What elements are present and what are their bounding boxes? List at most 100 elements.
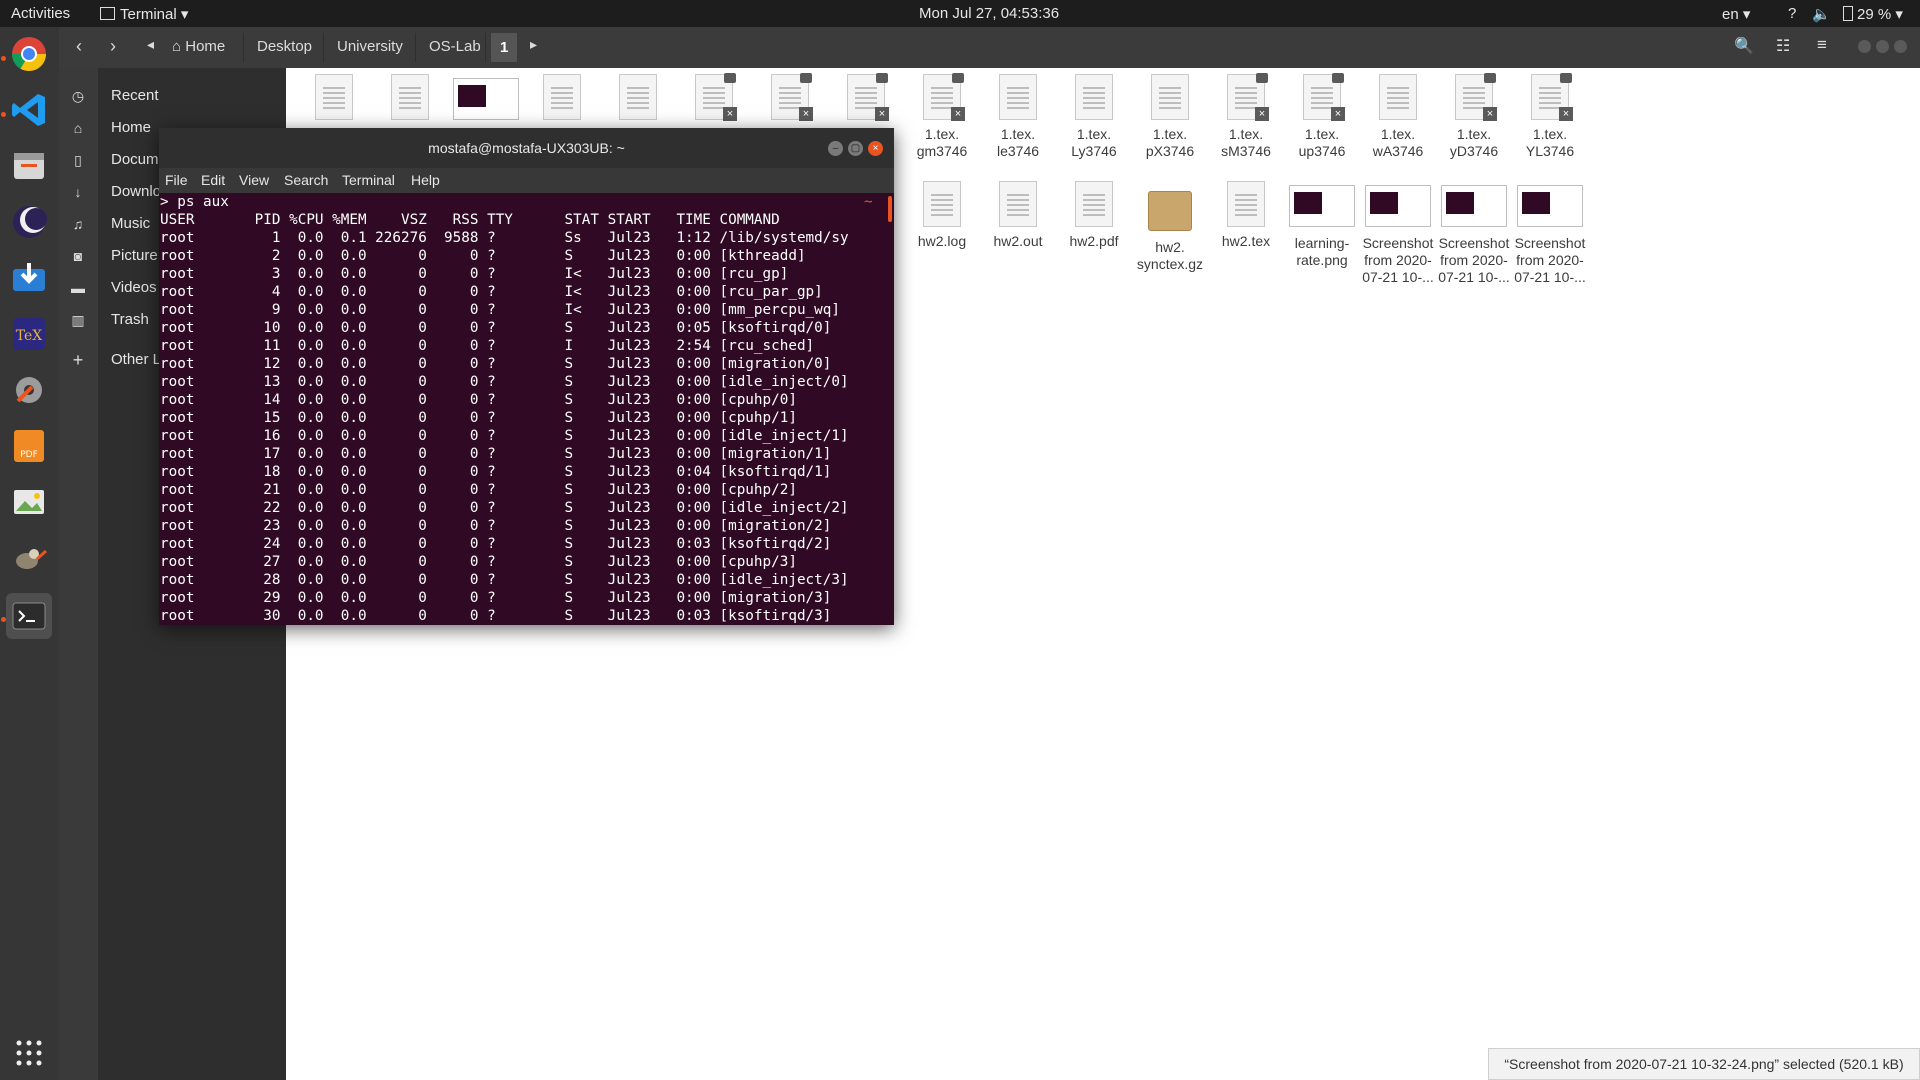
document-icon bbox=[1227, 181, 1265, 227]
maximize-icon[interactable]: ▢ bbox=[848, 141, 863, 156]
document-icon bbox=[1075, 74, 1113, 120]
menu-view[interactable]: View bbox=[239, 172, 269, 188]
lock-icon bbox=[1332, 73, 1344, 83]
sidebar-item-trash[interactable]: Trash bbox=[111, 311, 149, 328]
sidebar-item-downloads[interactable]: Downlo bbox=[111, 183, 161, 200]
svg-text:TeX: TeX bbox=[16, 328, 43, 344]
unreadable-icon: × bbox=[1483, 107, 1497, 121]
menu-terminal[interactable]: Terminal bbox=[342, 172, 395, 188]
locked-document-icon: × bbox=[771, 73, 813, 121]
activities-button[interactable]: Activities bbox=[11, 5, 70, 22]
files-icon[interactable] bbox=[6, 143, 52, 189]
file-name: Screenshot from 2020- 07-21 10-... bbox=[1514, 235, 1586, 285]
menu-search[interactable]: Search bbox=[284, 172, 328, 188]
music-icon: ♫ bbox=[72, 216, 84, 232]
battery-indicator[interactable]: 29 % ▾ bbox=[1843, 5, 1903, 23]
process-row: root 11 0.0 0.0 0 0 ? I Jul23 2:54 [rcu_… bbox=[160, 338, 815, 354]
process-row: root 30 0.0 0.0 0 0 ? S Jul23 0:03 [ksof… bbox=[160, 608, 832, 624]
process-row: root 22 0.0 0.0 0 0 ? S Jul23 0:00 [idle… bbox=[160, 500, 849, 516]
menu-file[interactable]: File bbox=[165, 172, 188, 188]
vscode-icon[interactable] bbox=[6, 87, 52, 133]
process-row: root 2 0.0 0.0 0 0 ? S Jul23 0:00 [kthre… bbox=[160, 248, 806, 264]
view-toggle-icon[interactable]: ☷ bbox=[1776, 36, 1790, 56]
video-icon: ▬ bbox=[71, 280, 85, 296]
file-item[interactable]: Screenshot from 2020- 07-21 10-... bbox=[1505, 181, 1595, 286]
app-grid-glyph bbox=[16, 1040, 42, 1066]
download-icon: ↓ bbox=[74, 184, 82, 200]
breadcrumb-desktop[interactable]: Desktop bbox=[257, 38, 312, 55]
path-right-icon[interactable]: ▸ bbox=[530, 36, 537, 53]
path-left-icon[interactable]: ◂ bbox=[147, 36, 154, 53]
process-row: root 1 0.0 0.1 226276 9588 ? Ss Jul23 1:… bbox=[160, 230, 849, 246]
texmaker-icon[interactable]: TeX bbox=[6, 311, 52, 357]
sidebar-item-documents[interactable]: Docum bbox=[111, 151, 159, 168]
installer-icon[interactable] bbox=[6, 255, 52, 301]
archive-icon bbox=[1148, 191, 1192, 231]
breadcrumb-1[interactable]: 1 bbox=[491, 33, 518, 62]
minimize-icon[interactable]: – bbox=[828, 141, 843, 156]
terminal-scrollbar[interactable] bbox=[888, 196, 892, 222]
process-row: root 9 0.0 0.0 0 0 ? I< Jul23 0:00 [mm_p… bbox=[160, 302, 840, 318]
document-icon bbox=[999, 74, 1037, 120]
process-row: root 4 0.0 0.0 0 0 ? I< Jul23 0:00 [rcu_… bbox=[160, 284, 823, 300]
document-icon bbox=[1075, 181, 1113, 227]
app-grid-icon[interactable] bbox=[6, 1030, 52, 1076]
svg-text:PDF: PDF bbox=[20, 450, 38, 460]
search-icon[interactable]: 🔍 bbox=[1734, 36, 1754, 56]
clock[interactable]: Mon Jul 27, 04:53:36 bbox=[919, 5, 1059, 22]
lock-icon bbox=[952, 73, 964, 83]
document-icon: ▯ bbox=[74, 152, 82, 168]
pdf-icon[interactable]: PDF bbox=[6, 423, 52, 469]
image-viewer-icon[interactable] bbox=[6, 479, 52, 525]
divider bbox=[243, 33, 244, 62]
ps-header: USER PID %CPU %MEM VSZ RSS TTY STAT STAR… bbox=[160, 212, 780, 228]
back-icon[interactable]: ‹ bbox=[76, 36, 82, 57]
menu-help[interactable]: Help bbox=[411, 172, 440, 188]
breadcrumb-university[interactable]: University bbox=[337, 38, 403, 55]
process-row: root 23 0.0 0.0 0 0 ? S Jul23 0:00 [migr… bbox=[160, 518, 832, 534]
sidebar-item-other-locations[interactable]: Other L bbox=[111, 351, 161, 368]
process-row: root 24 0.0 0.0 0 0 ? S Jul23 0:03 [ksof… bbox=[160, 536, 832, 552]
trash-icon: ▥ bbox=[71, 312, 85, 328]
texmaker-glyph: TeX bbox=[13, 318, 45, 350]
process-row: root 27 0.0 0.0 0 0 ? S Jul23 0:00 [cpuh… bbox=[160, 554, 797, 570]
terminal-window[interactable]: mostafa@mostafa-UX303UB: ~ – ▢ × File Ed… bbox=[159, 128, 894, 625]
eclipse-icon[interactable] bbox=[6, 199, 52, 245]
breadcrumb-os-lab[interactable]: OS-Lab bbox=[429, 38, 481, 55]
close-icon[interactable] bbox=[1894, 40, 1907, 53]
divider bbox=[415, 33, 416, 62]
pdf-glyph: PDF bbox=[14, 430, 44, 462]
chrome-icon[interactable] bbox=[6, 31, 52, 77]
sidebar-item-recent[interactable]: Recent bbox=[111, 87, 159, 104]
terminal-icon[interactable] bbox=[6, 593, 52, 639]
chrome-glyph bbox=[12, 37, 46, 71]
minimize-icon[interactable] bbox=[1858, 40, 1871, 53]
forward-icon[interactable]: › bbox=[110, 36, 116, 57]
settings-icon[interactable] bbox=[6, 367, 52, 413]
terminal-title: mostafa@mostafa-UX303UB: ~ bbox=[428, 140, 625, 156]
app-menu[interactable]: Terminal ▾ bbox=[100, 5, 188, 23]
image-thumbnail-icon bbox=[453, 78, 519, 120]
sidebar-item-music[interactable]: Music bbox=[111, 215, 150, 232]
lock-icon bbox=[1484, 73, 1496, 83]
file-item[interactable]: × 1.tex. YL3746 bbox=[1505, 73, 1595, 160]
thumbnail-content bbox=[1370, 192, 1398, 214]
sidebar-item-pictures[interactable]: Picture bbox=[111, 247, 158, 264]
language-indicator[interactable]: en ▾ bbox=[1722, 5, 1750, 23]
sidebar-item-videos[interactable]: Videos bbox=[111, 279, 157, 296]
sidebar-item-home[interactable]: Home bbox=[111, 119, 151, 136]
thumbnail-content bbox=[1446, 192, 1474, 214]
breadcrumb-home[interactable]: ⌂ Home bbox=[172, 38, 225, 55]
menu-edit[interactable]: Edit bbox=[201, 172, 225, 188]
terminal-titlebar[interactable]: mostafa@mostafa-UX303UB: ~ – ▢ × bbox=[159, 128, 894, 168]
close-icon[interactable]: × bbox=[868, 141, 883, 156]
volume-icon[interactable]: 🔈 bbox=[1812, 5, 1831, 23]
hamburger-menu-icon[interactable]: ≡ bbox=[1817, 35, 1827, 55]
unreadable-icon: × bbox=[1255, 107, 1269, 121]
process-row: root 15 0.0 0.0 0 0 ? S Jul23 0:00 [cpuh… bbox=[160, 410, 797, 426]
process-row: root 10 0.0 0.0 0 0 ? S Jul23 0:05 [ksof… bbox=[160, 320, 832, 336]
gimp-icon[interactable] bbox=[6, 535, 52, 581]
terminal-output[interactable]: > ps aux ~ USER PID %CPU %MEM VSZ RSS TTY … bbox=[160, 193, 886, 625]
help-icon[interactable]: ? bbox=[1788, 5, 1796, 22]
maximize-icon[interactable] bbox=[1876, 40, 1889, 53]
